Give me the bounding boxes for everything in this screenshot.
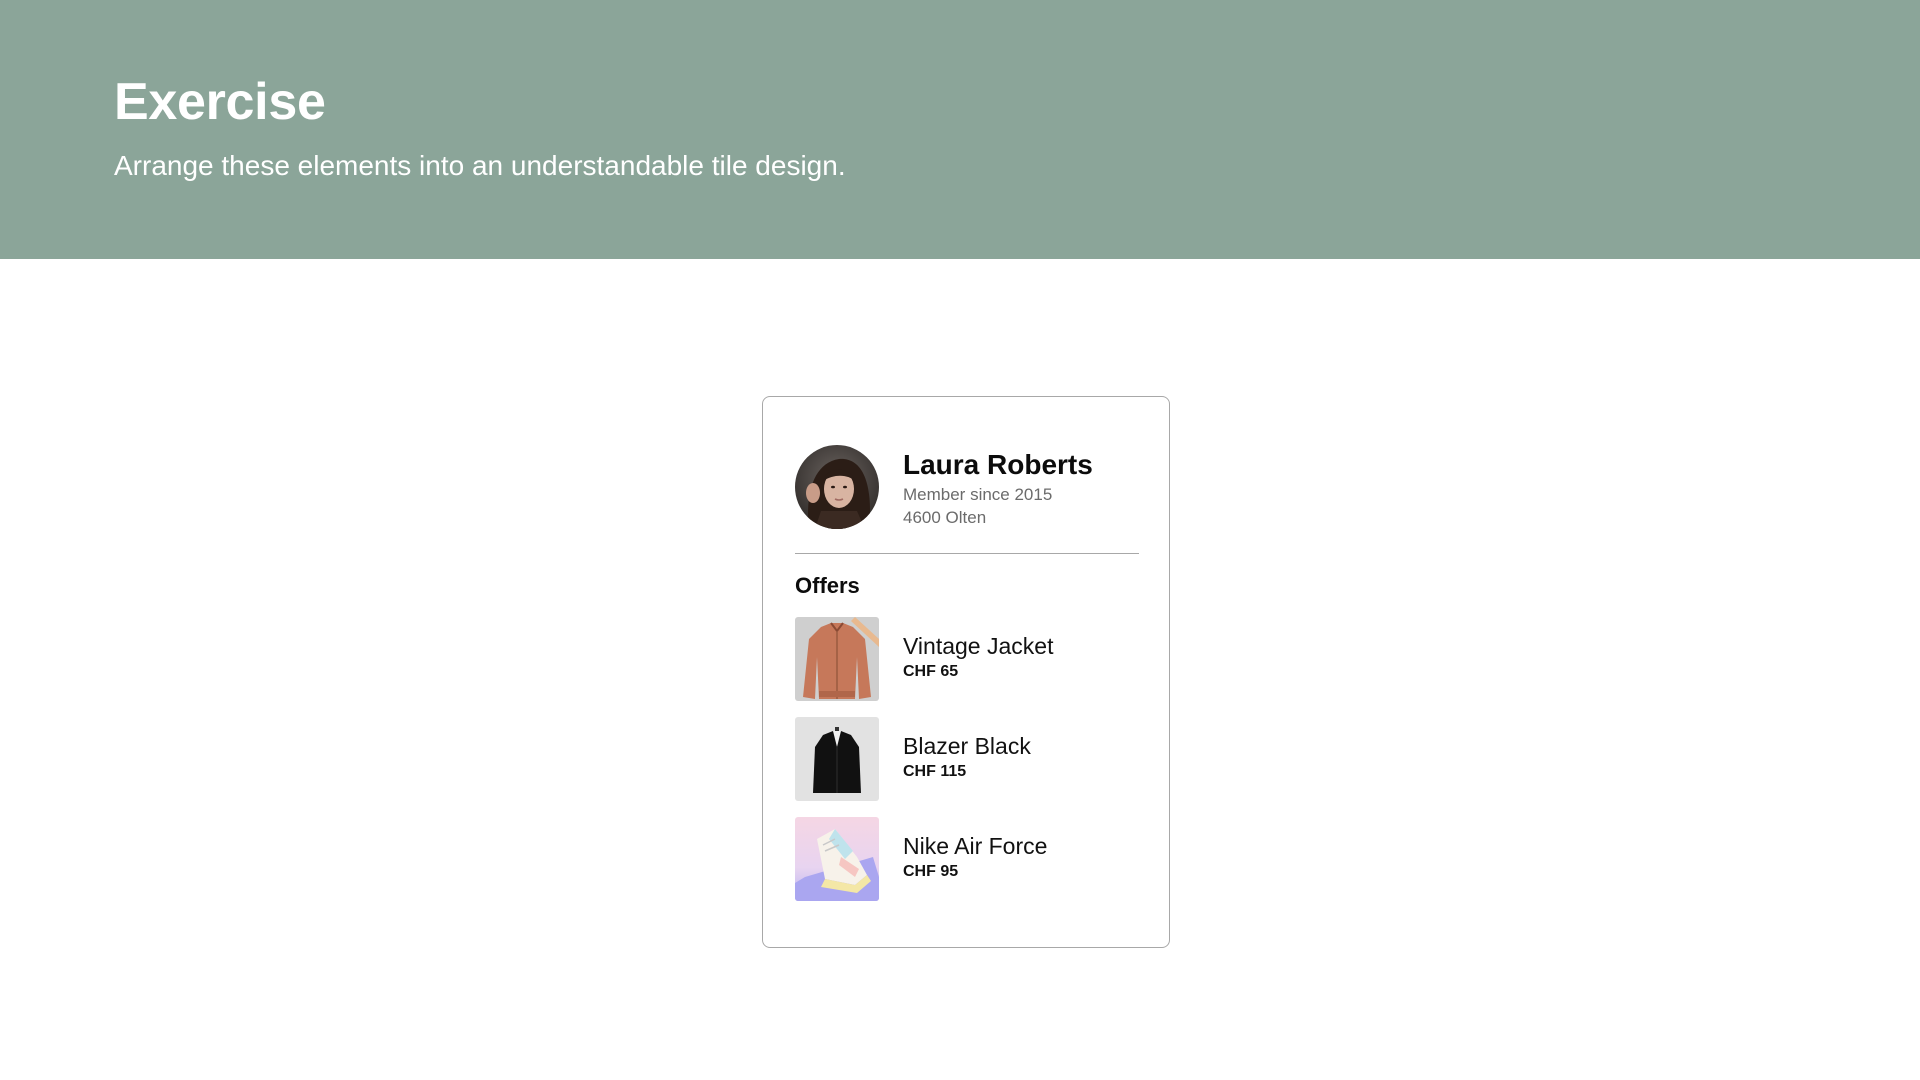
offer-thumbnail xyxy=(795,617,879,701)
profile-name: Laura Roberts xyxy=(903,449,1093,480)
profile-card: Laura Roberts Member since 2015 4600 Olt… xyxy=(762,396,1170,948)
member-since: Member since 2015 xyxy=(903,485,1053,504)
page-subtitle: Arrange these elements into an understan… xyxy=(114,150,846,181)
offer-thumbnail xyxy=(795,717,879,801)
offer-name: Nike Air Force xyxy=(903,833,1048,859)
offer-name: Blazer Black xyxy=(903,733,1031,759)
offer-price: CHF 65 xyxy=(903,663,959,680)
divider xyxy=(795,553,1139,554)
offer-price: CHF 95 xyxy=(903,863,959,880)
jacket-photo-icon xyxy=(795,617,879,701)
offer-item[interactable]: Vintage Jacket CHF 65 xyxy=(795,617,1139,701)
profile-location: 4600 Olten xyxy=(903,508,987,527)
offer-item[interactable]: Blazer Black CHF 115 xyxy=(795,717,1139,801)
offer-name: Vintage Jacket xyxy=(903,633,1054,659)
offer-item[interactable]: Nike Air Force CHF 95 xyxy=(795,817,1139,901)
avatar-photo-icon xyxy=(795,445,879,529)
offer-price: CHF 115 xyxy=(903,763,967,780)
exercise-header: Exercise Arrange these elements into an … xyxy=(0,0,1920,259)
offer-thumbnail xyxy=(795,817,879,901)
sneaker-photo-icon xyxy=(795,817,879,901)
avatar[interactable] xyxy=(795,445,879,529)
page-title: Exercise xyxy=(114,73,326,131)
blazer-photo-icon xyxy=(795,717,879,801)
offers-heading: Offers xyxy=(795,573,860,598)
